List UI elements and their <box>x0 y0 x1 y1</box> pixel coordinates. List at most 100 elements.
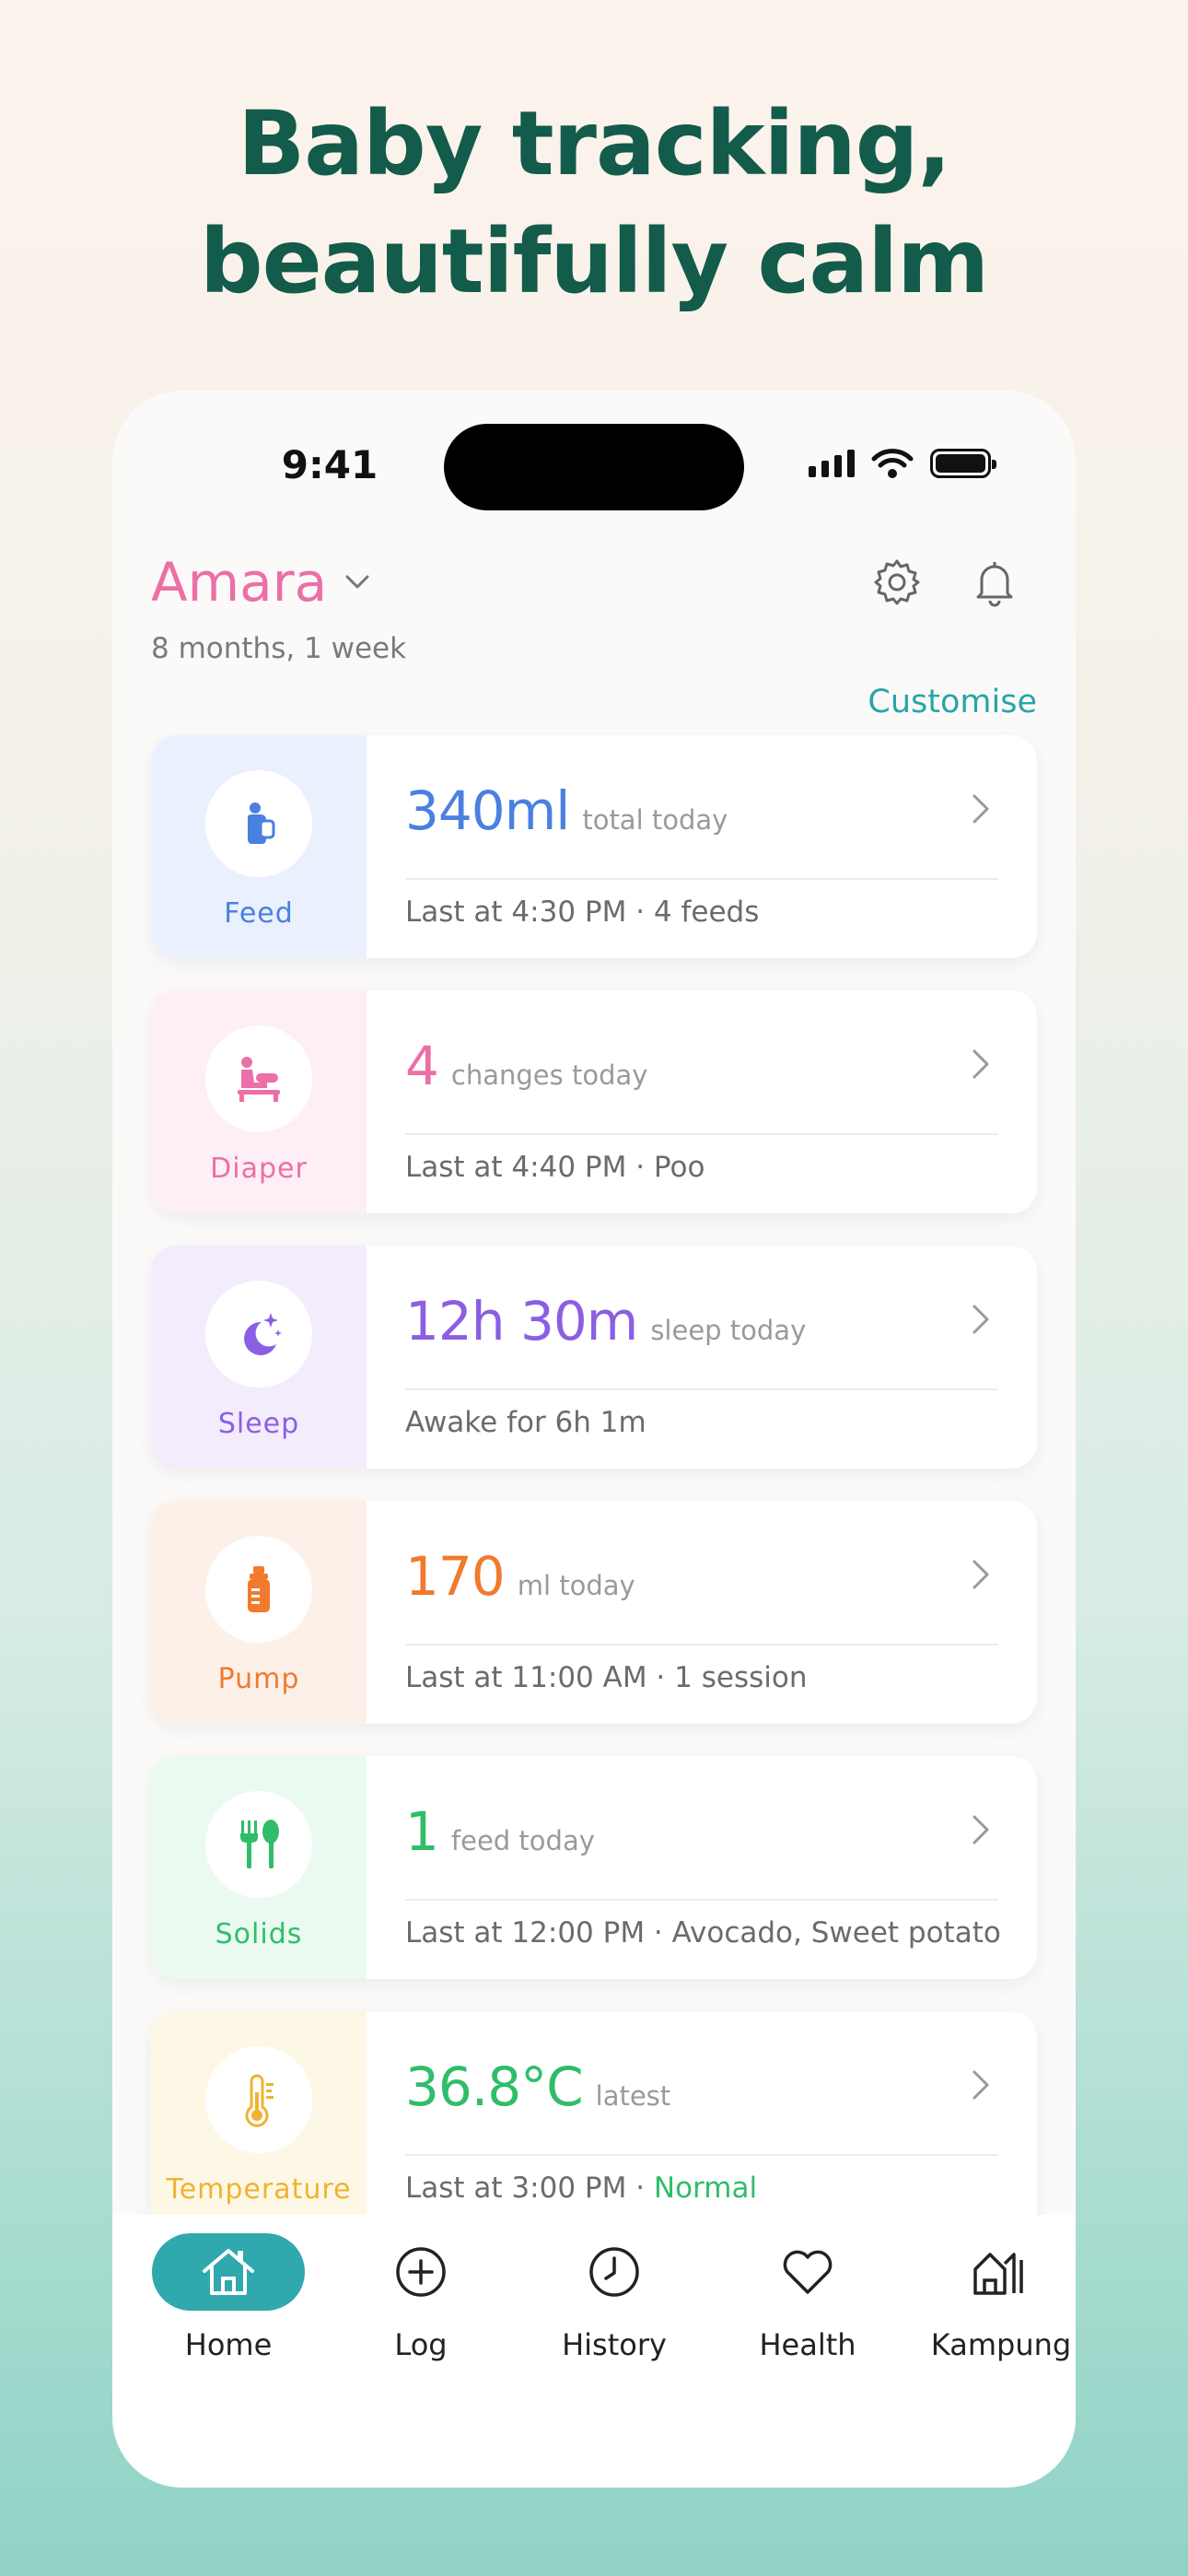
baby-bottle-icon <box>205 770 312 877</box>
plus-circle-icon <box>396 2247 446 2297</box>
card-label: Solids <box>215 1918 303 1950</box>
metric-value: 1 <box>405 1800 439 1863</box>
divider <box>405 2154 998 2156</box>
card-metric: 4 changes today <box>405 1035 647 1097</box>
card-label: Temperature <box>166 2173 352 2206</box>
card-detail: Last at 12:00 PM · Avocado, Sweet potato <box>405 1916 1001 1950</box>
nav-label: Health <box>759 2327 856 2362</box>
heart-icon <box>783 2250 833 2294</box>
card-detail: Last at 4:40 PM · Poo <box>405 1151 705 1184</box>
chevron-right-icon <box>973 1815 989 1844</box>
nav-label: Log <box>394 2327 448 2362</box>
card-detail: Last at 11:00 AM · 1 session <box>405 1661 808 1694</box>
metric-unit: sleep today <box>650 1315 807 1346</box>
card-label: Sleep <box>217 1408 300 1440</box>
card-icon-panel: Diaper <box>151 990 367 1213</box>
card-feed[interactable]: Feed 340ml total today Last at 4:30 PM ·… <box>151 735 1037 958</box>
divider <box>405 878 998 880</box>
tracker-cards: Feed 340ml total today Last at 4:30 PM ·… <box>151 735 1037 2266</box>
metric-unit: latest <box>595 2080 671 2112</box>
card-content: 1 feed today Last at 12:00 PM · Avocado,… <box>367 1756 1037 1979</box>
card-content: 170 ml today Last at 11:00 AM · 1 sessio… <box>367 1501 1037 1724</box>
status-icons <box>809 448 996 479</box>
nav-label: Home <box>184 2327 273 2362</box>
metric-unit: ml today <box>517 1570 635 1601</box>
nav-icon-wrap <box>538 2233 691 2311</box>
card-icon-panel: Solids <box>151 1756 367 1979</box>
bottom-nav: Home Log History Health Kampung <box>112 2215 1076 2488</box>
divider <box>405 1899 998 1901</box>
nav-icon-wrap <box>731 2233 884 2311</box>
card-icon-panel: Pump <box>151 1501 367 1724</box>
chevron-right-icon <box>973 1305 989 1334</box>
card-metric: 36.8°C latest <box>405 2055 670 2118</box>
nav-health[interactable]: Health <box>720 2215 895 2381</box>
nav-log[interactable]: Log <box>333 2215 508 2381</box>
card-pump[interactable]: Pump 170 ml today Last at 11:00 AM · 1 s… <box>151 1501 1037 1724</box>
divider <box>405 1388 998 1390</box>
phone-screen: 9:41 Amara 8 months, 1 week Customise Fe… <box>112 391 1076 2488</box>
headline-line-2: beautifully calm <box>199 210 989 313</box>
changing-table-icon <box>205 1025 312 1132</box>
card-solids[interactable]: Solids 1 feed today Last at 12:00 PM · A… <box>151 1756 1037 1979</box>
card-metric: 12h 30m sleep today <box>405 1290 806 1352</box>
home-icon <box>203 2249 254 2295</box>
card-detail: Awake for 6h 1m <box>405 1406 646 1439</box>
card-icon-panel: Feed <box>151 735 367 958</box>
card-metric: 1 feed today <box>405 1800 595 1863</box>
nav-kampung[interactable]: Kampung <box>914 2215 1076 2381</box>
gear-icon[interactable] <box>869 555 925 610</box>
fork-spoon-icon <box>205 1791 312 1898</box>
clock-icon <box>589 2247 639 2297</box>
metric-unit: total today <box>582 804 728 836</box>
card-diaper[interactable]: Diaper 4 changes today Last at 4:40 PM ·… <box>151 990 1037 1213</box>
nav-icon-wrap <box>925 2233 1076 2311</box>
card-temperature[interactable]: Temperature 36.8°C latest Last at 3:00 P… <box>151 2011 1037 2234</box>
wifi-icon <box>871 449 914 478</box>
status-time: 9:41 <box>281 442 379 487</box>
card-content: 12h 30m sleep today Awake for 6h 1m <box>367 1246 1037 1469</box>
moon-stars-icon <box>205 1281 312 1388</box>
baby-selector[interactable]: Amara <box>151 551 371 614</box>
metric-value: 36.8°C <box>405 2055 584 2118</box>
nav-home[interactable]: Home <box>141 2215 316 2381</box>
divider <box>405 1133 998 1135</box>
card-sleep[interactable]: Sleep 12h 30m sleep today Awake for 6h 1… <box>151 1246 1037 1469</box>
metric-unit: changes today <box>450 1060 648 1091</box>
chevron-right-icon <box>973 1560 989 1589</box>
nav-label: Kampung <box>930 2327 1072 2362</box>
cellular-signal-icon <box>809 450 855 477</box>
card-metric: 170 ml today <box>405 1545 635 1608</box>
chevron-down-icon <box>345 575 369 589</box>
metric-value: 4 <box>405 1035 439 1097</box>
card-icon-panel: Sleep <box>151 1246 367 1469</box>
baby-age: 8 months, 1 week <box>151 632 407 665</box>
metric-value: 340ml <box>405 779 570 842</box>
bell-icon[interactable] <box>967 555 1022 610</box>
headline-line-1: Baby tracking, <box>238 92 951 195</box>
card-detail: Last at 3:00 PM · Normal <box>405 2172 757 2205</box>
houses-icon <box>973 2253 1023 2295</box>
metric-value: 170 <box>405 1545 506 1608</box>
baby-name: Amara <box>151 551 328 614</box>
nav-history[interactable]: History <box>527 2215 702 2381</box>
card-content: 340ml total today Last at 4:30 PM · 4 fe… <box>367 735 1037 958</box>
detail-time: Last at 3:00 PM · <box>405 2172 654 2205</box>
card-content: 4 changes today Last at 4:40 PM · Poo <box>367 990 1037 1213</box>
nav-icon-wrap <box>152 2233 305 2311</box>
dynamic-island <box>444 424 744 510</box>
metric-unit: feed today <box>450 1825 595 1856</box>
metric-value: 12h 30m <box>405 1290 638 1352</box>
divider <box>405 1644 998 1645</box>
card-icon-panel: Temperature <box>151 2011 367 2234</box>
card-label: Diaper <box>210 1153 308 1185</box>
card-detail: Last at 4:30 PM · 4 feeds <box>405 896 760 929</box>
nav-icon-wrap <box>344 2233 497 2311</box>
chevron-right-icon <box>973 1049 989 1079</box>
chevron-right-icon <box>973 794 989 824</box>
card-label: Feed <box>224 897 294 930</box>
battery-icon <box>930 449 996 478</box>
pump-bottle-icon <box>205 1536 312 1643</box>
customise-link[interactable]: Customise <box>868 684 1037 720</box>
card-content: 36.8°C latest Last at 3:00 PM · Normal <box>367 2011 1037 2234</box>
